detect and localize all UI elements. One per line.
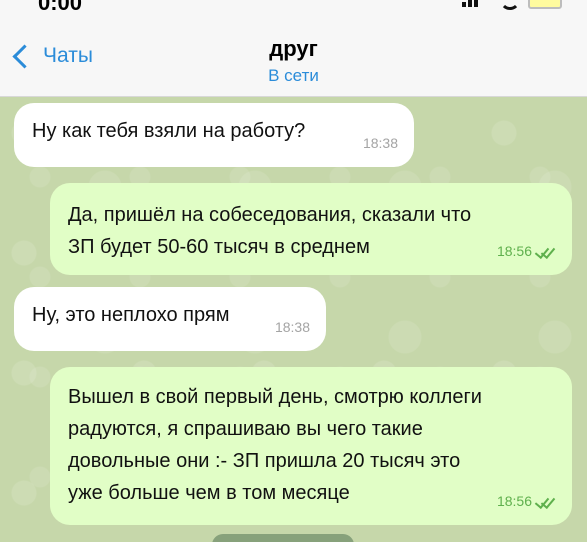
message-time: 18:56 bbox=[496, 493, 532, 509]
chat-title[interactable]: друг bbox=[0, 36, 587, 62]
status-bar: 0:00 bbox=[0, 0, 587, 15]
chat-header: Чаты друг В сети bbox=[0, 14, 587, 97]
message-list[interactable]: Ну как тебя взяли на работу? 18:38 Да, п… bbox=[0, 97, 587, 542]
wifi-icon bbox=[500, 0, 520, 10]
message-time: 18:38 bbox=[362, 135, 398, 151]
chat-status: В сети bbox=[268, 66, 319, 85]
message-time: 18:38 bbox=[274, 319, 310, 335]
battery-icon bbox=[528, 0, 562, 9]
incoming-message[interactable]: Ну как тебя взяли на работу? 18:38 bbox=[14, 103, 414, 167]
date-pill bbox=[212, 534, 354, 542]
message-text: Ну как тебя взяли на работу? bbox=[32, 120, 306, 142]
double-check-icon bbox=[534, 493, 556, 510]
outgoing-message[interactable]: Вышел в свой первый день, смотрю коллеги… bbox=[50, 367, 572, 525]
signal-icon bbox=[462, 0, 478, 7]
double-check-icon bbox=[534, 243, 556, 260]
outgoing-message[interactable]: Да, пришёл на собеседования, сказали что… bbox=[50, 183, 572, 275]
message-time: 18:56 bbox=[496, 243, 532, 259]
incoming-message[interactable]: Ну, это неплохо прям 18:38 bbox=[14, 287, 326, 351]
